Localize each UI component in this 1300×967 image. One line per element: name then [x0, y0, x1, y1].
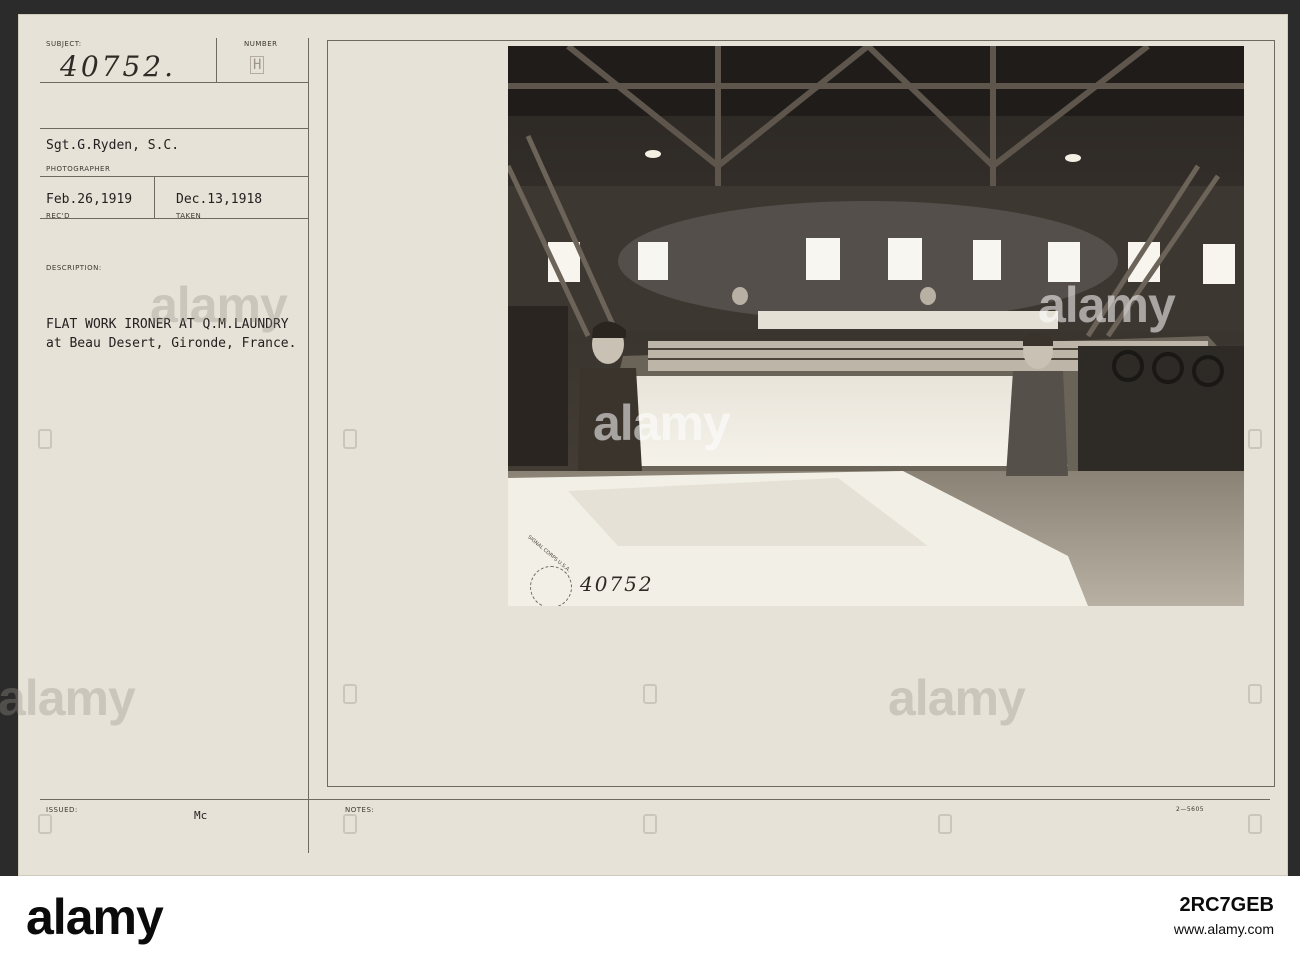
- watermark-marker: [343, 814, 357, 834]
- notes-label: NOTES:: [345, 806, 375, 814]
- image-id-block: 2RC7GEB www.alamy.com: [1174, 894, 1274, 937]
- archival-record-card: SUBJECT: NUMBER 40752. H Sgt.G.Ryden, S.…: [0, 14, 1288, 876]
- watermark-marker: [643, 814, 657, 834]
- received-label: REC'D: [46, 212, 70, 220]
- watermark-bottom: alamy: [888, 670, 1026, 726]
- date-divider: [154, 176, 155, 218]
- subject-number-divider: [216, 38, 217, 82]
- issued-value: Mc: [194, 809, 208, 822]
- subject-label: SUBJECT:: [46, 40, 82, 48]
- date-rule: [40, 176, 308, 177]
- watermark-marker: [938, 814, 952, 834]
- watermark-marker: [1248, 429, 1262, 449]
- watermark-center: alamy: [593, 395, 731, 451]
- watermark-marker: [38, 429, 52, 449]
- watermark-marker: [1248, 814, 1262, 834]
- column-divider: [308, 38, 309, 853]
- bottom-rule: [40, 799, 1270, 800]
- description-line-2: at Beau Desert, Gironde, France.: [46, 336, 297, 351]
- watermark-marker: [643, 684, 657, 704]
- photo-number: 40752: [580, 572, 654, 596]
- description-label: DESCRIPTION:: [46, 264, 102, 272]
- photographer-label: PHOTOGRAPHER: [46, 165, 111, 173]
- taken-label: TAKEN: [176, 212, 202, 220]
- date-bottom-rule: [40, 218, 308, 219]
- number-label: NUMBER: [244, 40, 278, 48]
- image-id: 2RC7GEB: [1179, 894, 1274, 916]
- taken-date: Dec.13,1918: [176, 192, 263, 207]
- watermark-right: alamy: [1038, 277, 1176, 333]
- photographer-name: Sgt.G.Ryden, S.C.: [46, 138, 180, 153]
- watermark-marker: [343, 684, 357, 704]
- watermark-mid-left: alamy: [0, 670, 136, 726]
- brand-logo[interactable]: alamy: [26, 888, 164, 946]
- footer-bar: alamy 2RC7GEB www.alamy.com: [0, 876, 1300, 967]
- number-stamp: H: [250, 56, 265, 74]
- photographer-rule: [40, 128, 308, 129]
- watermark-left: alamy: [150, 277, 288, 333]
- watermark-marker: [38, 814, 52, 834]
- form-number: 2—5605: [1176, 806, 1205, 813]
- watermark-marker: [1248, 684, 1262, 704]
- received-date: Feb.26,1919: [46, 192, 133, 207]
- subject-number: 40752.: [60, 50, 176, 83]
- issued-label: ISSUED:: [46, 806, 78, 814]
- site-url[interactable]: www.alamy.com: [1174, 921, 1274, 937]
- watermark-marker: [343, 429, 357, 449]
